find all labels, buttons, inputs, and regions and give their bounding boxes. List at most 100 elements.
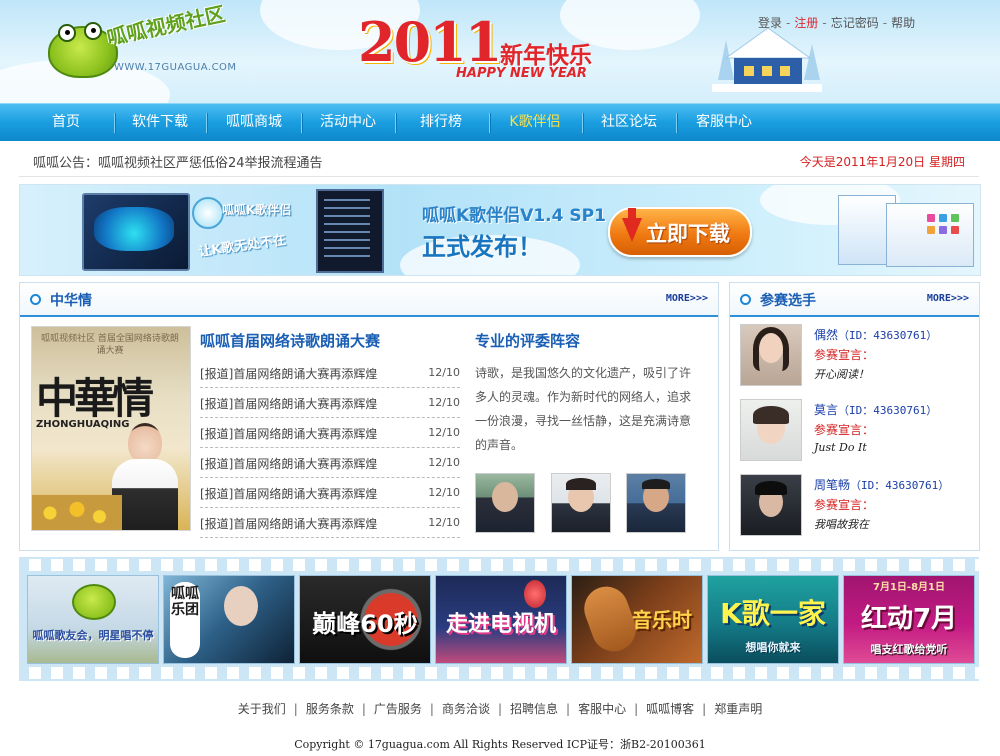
app-logo-icon [192, 197, 224, 229]
news-title[interactable]: [报道]首届网络朗诵大赛再添辉煌 [200, 425, 377, 442]
footer-link-about[interactable]: 关于我们 [238, 702, 286, 716]
contestant-id: （ID：43630761） [838, 329, 938, 342]
contestant-photo[interactable] [740, 324, 802, 386]
playlist-screenshot-image [316, 189, 384, 273]
contest-heading-link[interactable]: 呱呱首届网络诗歌朗诵大赛 [200, 330, 380, 351]
contestant-motto: 开心阅读！ [814, 368, 869, 381]
contestant-motto: 我唱故我在 [814, 518, 869, 531]
judges-heading: 专业的评委阵容 [475, 332, 581, 350]
news-item[interactable]: [报道]首届网络朗诵大赛再添辉煌 12/10 [200, 447, 460, 478]
nav-item-mall[interactable]: 呱呱商城 [208, 104, 300, 141]
register-link[interactable]: 注册 [794, 16, 818, 30]
karaoke-promo-banner[interactable]: 呱呱K歌伴侣 让K歌无处不在 呱呱K歌伴侣V1.4 SP1 正式发布！ 立即下载 [19, 184, 981, 276]
contestant-photo[interactable] [740, 399, 802, 461]
news-item[interactable]: [报道]首届网络朗诵大赛再添辉煌 12/10 [200, 387, 460, 418]
news-title[interactable]: [报道]首届网络朗诵大赛再添辉煌 [200, 365, 377, 382]
activity-thumb-red-july[interactable]: 7月1日-8月1日 红动7月 唱支红歌给党听 [843, 575, 975, 664]
news-title[interactable]: [报道]首届网络朗诵大赛再添辉煌 [200, 515, 377, 532]
contestant-motto-label: 参赛宣言： [814, 498, 875, 512]
nav-item-ranking[interactable]: 排行榜 [397, 104, 485, 141]
footer-link-blog[interactable]: 呱呱博客 [646, 702, 694, 716]
judge-photo[interactable] [551, 473, 611, 533]
top-link-separator: - [882, 16, 888, 30]
activity-title: 音乐时 [632, 608, 692, 632]
activity-caption: 想唱你就来 [745, 641, 801, 654]
activity-title: 走进电视机 [445, 612, 556, 637]
footer-link-jobs[interactable]: 招聘信息 [510, 702, 558, 716]
bullet-icon [740, 294, 751, 305]
announcement-link[interactable]: 呱呱公告：呱呱视频社区严惩低俗24举报流程通告 [33, 152, 323, 171]
banner-greeting-cn: 新年快乐 [500, 43, 592, 69]
contestant-card[interactable]: 莫言（ID：43630761） 参赛宣言： Just Do It [740, 399, 970, 465]
nav-item-support[interactable]: 客服中心 [678, 104, 770, 141]
login-link[interactable]: 登录 [758, 16, 782, 30]
activity-date-range: 7月1日-8月1日 [873, 582, 945, 593]
contestant-name[interactable]: 周笔畅（ID：43630761） [814, 476, 949, 493]
site-logo[interactable]: 呱呱视频社区 WWW.17GUAGUA.COM [48, 2, 238, 82]
contestant-name-text: 莫言 [814, 403, 839, 417]
news-item[interactable]: [报道]首届网络朗诵大赛再添辉煌 12/10 [200, 357, 460, 388]
footer-link-business[interactable]: 商务洽谈 [442, 702, 490, 716]
film-perforation [19, 667, 979, 679]
help-link[interactable]: 帮助 [891, 16, 915, 30]
activity-thumb-band[interactable]: 呱呱乐团 [163, 575, 295, 664]
news-date: 12/10 [428, 426, 460, 439]
footer-link-terms[interactable]: 服务条款 [306, 702, 354, 716]
contestant-motto-label: 参赛宣言： [814, 348, 875, 362]
footer-separator: | [634, 702, 639, 716]
footer-link-disclaimer[interactable]: 郑重声明 [714, 702, 762, 716]
footer-links: 关于我们 | 服务条款 | 广告服务 | 商务洽谈 | 招聘信息 | 客服中心 | 呱呱博客 | 郑重声明 [0, 700, 1000, 717]
footer-separator: | [429, 702, 434, 716]
footer-separator: | [566, 702, 571, 716]
poster-caption: 呱呱视频社区 首届全国网络诗歌朗诵大赛 [41, 334, 179, 356]
judge-photo[interactable] [626, 473, 686, 533]
news-date: 12/10 [428, 516, 460, 529]
activity-thumb-music[interactable]: 音乐时 [571, 575, 703, 664]
nav-item-events[interactable]: 活动中心 [303, 104, 393, 141]
panel-title: 中华情 [50, 293, 92, 309]
news-item[interactable]: [报道]首届网络朗诵大赛再添辉煌 12/10 [200, 477, 460, 508]
more-link[interactable]: MORE>>> [927, 293, 969, 304]
activity-thumb-k-song[interactable]: K歌一家 想唱你就来 [707, 575, 839, 664]
download-arrow-icon [622, 208, 642, 242]
contestant-name-text: 周笔畅 [814, 478, 851, 492]
activity-thumb-peak-60s[interactable]: 巅峰60秒 [299, 575, 431, 664]
news-title[interactable]: [报道]首届网络朗诵大赛再添辉煌 [200, 395, 377, 412]
footer-link-support[interactable]: 客服中心 [578, 702, 626, 716]
nav-item-home[interactable]: 首页 [20, 104, 112, 141]
nav-item-forum[interactable]: 社区论坛 [584, 104, 674, 141]
news-title[interactable]: [报道]首届网络朗诵大赛再添辉煌 [200, 455, 377, 472]
news-item[interactable]: [报道]首届网络朗诵大赛再添辉煌 12/10 [200, 417, 460, 448]
contest-poster-image[interactable]: 呱呱视频社区 首届全国网络诗歌朗诵大赛 中華情 ZHONGHUAQING [31, 326, 191, 531]
activity-title: K歌一家 [720, 597, 826, 630]
nav-item-karaoke[interactable]: K歌伴侣 [491, 104, 579, 141]
footer-separator: | [702, 702, 707, 716]
judge-photo[interactable] [475, 473, 535, 533]
download-now-button[interactable]: 立即下载 [608, 207, 752, 257]
karaoke-app-logo: 呱呱K歌伴侣 让K歌无处不在 [192, 195, 302, 260]
forgot-password-link[interactable]: 忘记密码 [831, 16, 879, 30]
nav-item-downloads[interactable]: 软件下载 [116, 104, 204, 141]
contestant-id: （ID：43630761） [850, 479, 950, 492]
news-item[interactable]: [报道]首届网络朗诵大赛再添辉煌 12/10 [200, 507, 460, 538]
judges-description: 诗歌，是我国悠久的文化遗产，吸引了许多人的灵魂。作为新时代的网络人，追求一份浪漫… [475, 366, 692, 452]
promo-subtitle: 正式发布！ [422, 233, 542, 261]
top-links: 登录 - 注册 - 忘记密码 - 帮助 [758, 14, 915, 31]
contestant-card[interactable]: 偶然（ID：43630761） 参赛宣言： 开心阅读！ [740, 324, 970, 390]
activity-title: 巅峰60秒 [312, 610, 418, 638]
logo-url: WWW.17GUAGUA.COM [114, 62, 237, 73]
activity-caption: 唱支红歌给党听 [870, 643, 948, 656]
banner-greeting-en: HAPPY NEW YEAR [456, 66, 587, 81]
activity-thumb-tv[interactable]: 走进电视机 [435, 575, 567, 664]
poster-title: 中華情 [36, 374, 154, 423]
contestant-name[interactable]: 莫言（ID：43630761） [814, 401, 937, 418]
promo-title: 呱呱K歌伴侣V1.4 SP1 [422, 206, 606, 226]
footer-link-ads[interactable]: 广告服务 [374, 702, 422, 716]
news-title[interactable]: [报道]首届网络朗诵大赛再添辉煌 [200, 485, 377, 502]
more-link[interactable]: MORE>>> [666, 293, 708, 304]
contestant-name[interactable]: 偶然（ID：43630761） [814, 326, 937, 343]
contestant-photo[interactable] [740, 474, 802, 536]
activity-thumb-fan-meeting[interactable]: 呱呱歌友会，明星唱不停 [27, 575, 159, 664]
contestant-card[interactable]: 周笔畅（ID：43630761） 参赛宣言： 我唱故我在 [740, 474, 970, 540]
app-screenshot-image [886, 203, 974, 267]
